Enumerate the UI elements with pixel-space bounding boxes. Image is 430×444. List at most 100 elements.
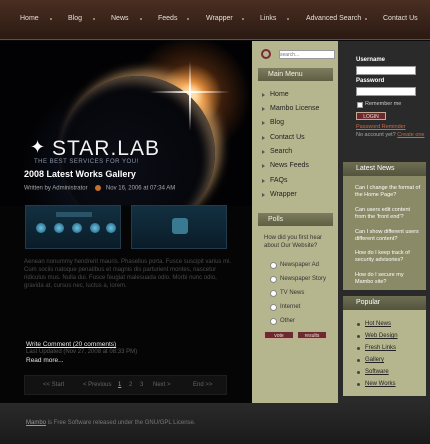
write-comment-link[interactable]: Write Comment (20 comments) xyxy=(26,341,116,348)
gallery-thumbnail[interactable] xyxy=(25,205,121,249)
footer-text: Mambo is Free Software released under th… xyxy=(26,420,196,426)
create-account-link[interactable]: Create one xyxy=(397,132,424,138)
pager-page-2[interactable]: 2 xyxy=(129,382,132,388)
menu-item-search[interactable]: Search xyxy=(261,148,292,155)
poll-option-label: TV News xyxy=(280,290,305,296)
pager-end[interactable]: End >> xyxy=(193,382,212,388)
poll-radio-tv-news[interactable] xyxy=(270,290,277,297)
menu-item-contact-us[interactable]: Contact Us xyxy=(262,134,305,141)
no-account-text: No account yet? Create one xyxy=(356,132,425,138)
thumbnail-header-graphic xyxy=(56,212,92,217)
poll-radio-internet[interactable] xyxy=(270,304,277,311)
password-reminder-link[interactable]: Password Reminder xyxy=(356,124,406,130)
thumbnail-dot-graphic xyxy=(72,223,82,233)
pager-previous[interactable]: < Previous xyxy=(83,382,112,388)
nav-separator xyxy=(187,18,189,20)
nav-news[interactable]: News xyxy=(111,15,129,22)
popular-item-web-design[interactable]: Web Design xyxy=(357,333,398,339)
popular-item-hot-news[interactable]: Hot News xyxy=(356,321,391,327)
menu-item-mambo-license[interactable]: Mambo License xyxy=(261,105,319,112)
last-updated: Last Updated (Nov 27, 2008 at 08:33 PM) xyxy=(26,349,138,355)
popular-panel: Popular Hot News Web Design Fresh Links … xyxy=(343,296,426,396)
poll-radio-other[interactable] xyxy=(270,318,277,325)
news-item[interactable]: How do I keep track of security advisori… xyxy=(355,250,421,263)
vote-button[interactable]: vote xyxy=(264,331,294,339)
menu-item-wrapper[interactable]: Wrapper xyxy=(262,191,297,198)
site-logo[interactable]: STAR.LAB xyxy=(52,137,160,161)
username-label: Username xyxy=(356,57,386,63)
pagination: << Start < Previous 1 2 3 Next > End >> xyxy=(24,375,227,395)
password-label: Password xyxy=(356,78,385,84)
poll-question: How did you first hear about Our Website… xyxy=(264,235,323,249)
read-more-link[interactable]: Read more... xyxy=(26,357,64,364)
main-menu-header: Main Menu xyxy=(258,68,333,81)
pager-next[interactable]: Next > xyxy=(153,382,171,388)
poll-option-label: Newspaper Story xyxy=(280,276,327,282)
thumbnail-dot-graphic xyxy=(106,223,116,233)
nav-separator xyxy=(287,18,289,20)
menu-item-faqs[interactable]: FAQs xyxy=(262,177,288,184)
sun-flare-graphic xyxy=(189,61,191,131)
article-date: Nov 16, 2006 at 07:34 AM xyxy=(105,185,176,192)
popular-item-fresh-links[interactable]: Fresh Links xyxy=(356,345,396,351)
thumbnail-dot-graphic xyxy=(36,223,46,233)
pager-page-1[interactable]: 1 xyxy=(118,382,121,388)
nav-blog[interactable]: Blog xyxy=(68,15,82,22)
mambo-link[interactable]: Mambo xyxy=(26,420,46,426)
latest-news-header: Latest News xyxy=(343,162,426,176)
news-item[interactable]: Can users edit content from the 'front e… xyxy=(355,207,421,220)
nav-separator xyxy=(242,18,244,20)
poll-radio-newspaper-ad[interactable] xyxy=(270,262,277,269)
remember-me-checkbox[interactable] xyxy=(357,102,363,108)
username-field[interactable] xyxy=(356,66,416,75)
login-form: Username Password Remember me LOGIN Pass… xyxy=(343,48,425,158)
article-body: Aenean nonummy hendrerit mauris. Phasell… xyxy=(24,259,232,289)
poll-option-label: Newspaper Ad xyxy=(280,262,320,268)
popular-header: Popular xyxy=(343,296,426,310)
popular-item-new-works[interactable]: New Works xyxy=(357,381,396,387)
news-item[interactable]: How do I secure my Mambo site? xyxy=(355,272,421,285)
nav-separator xyxy=(93,18,95,20)
password-field[interactable] xyxy=(356,87,416,96)
thumbnail-dot-graphic xyxy=(54,223,64,233)
latest-news-panel: Latest News Can I change the format of t… xyxy=(343,162,426,290)
hero-banner: ✦ STAR.LAB THE BEST SERVICES FOR YOU! xyxy=(0,41,252,206)
footer-license-text: is Free Software released under the GNU/… xyxy=(46,420,196,426)
popular-item-gallery[interactable]: Gallery xyxy=(356,357,384,363)
polls-header: Polls xyxy=(258,213,333,226)
nav-separator xyxy=(140,18,142,20)
search-input[interactable] xyxy=(279,50,335,59)
nav-separator xyxy=(50,18,52,20)
news-item[interactable]: Can I change the format of the Home Page… xyxy=(355,185,421,198)
gallery-thumbnail[interactable] xyxy=(131,205,227,249)
star-icon: ✦ xyxy=(30,137,46,157)
nav-links[interactable]: Links xyxy=(260,15,276,22)
nav-contact-us[interactable]: Contact Us xyxy=(383,15,418,22)
article-meta: Written by Administrator Nov 16, 2006 at… xyxy=(24,185,175,192)
no-account-label: No account yet? xyxy=(356,132,396,138)
pager-page-3[interactable]: 3 xyxy=(140,382,143,388)
nav-home[interactable]: Home xyxy=(20,15,39,22)
nav-feeds[interactable]: Feeds xyxy=(158,15,177,22)
clock-icon xyxy=(95,185,102,191)
news-item[interactable]: Can I show different users different con… xyxy=(355,229,421,242)
login-button[interactable]: LOGIN xyxy=(356,112,386,120)
article-title[interactable]: 2008 Latest Works Gallery xyxy=(24,169,136,179)
search-icon[interactable] xyxy=(261,49,271,59)
menu-item-news-feeds[interactable]: News Feeds xyxy=(262,162,309,169)
nav-separator xyxy=(365,18,367,20)
poll-radio-newspaper-story[interactable] xyxy=(270,276,277,283)
footer: Mambo is Free Software released under th… xyxy=(0,403,430,444)
popular-item-software[interactable]: Software xyxy=(357,369,389,375)
nav-advanced-search[interactable]: Advanced Search xyxy=(306,15,361,22)
menu-item-home[interactable]: Home xyxy=(262,91,289,98)
pager-start[interactable]: << Start xyxy=(43,382,64,388)
top-nav: Home Blog News Feeds Wrapper Links Advan… xyxy=(0,0,430,40)
nav-wrapper[interactable]: Wrapper xyxy=(206,15,233,22)
thumbnail-screen-graphic xyxy=(172,218,188,234)
middle-column: Main Menu Home Mambo License Blog Contac… xyxy=(252,41,338,403)
article-author: Written by Administrator xyxy=(24,185,88,192)
site-tagline: THE BEST SERVICES FOR YOU! xyxy=(34,159,139,165)
results-button[interactable]: results xyxy=(297,331,327,339)
menu-item-blog[interactable]: Blog xyxy=(261,119,284,126)
